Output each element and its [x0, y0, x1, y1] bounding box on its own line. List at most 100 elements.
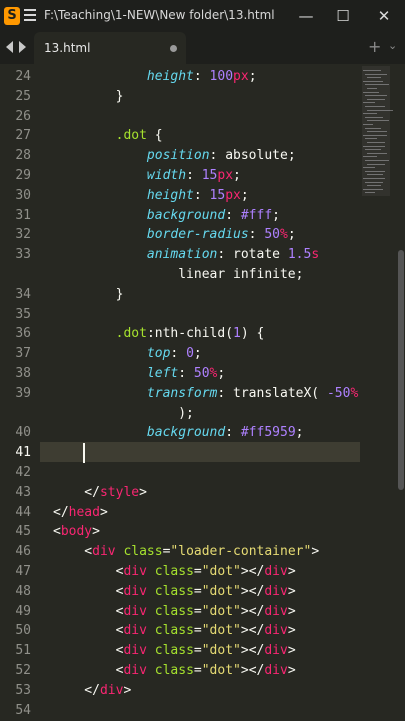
unsaved-dot-icon[interactable] [170, 45, 177, 52]
close-button[interactable]: ✕ [374, 6, 394, 26]
code-token: 50 [193, 366, 210, 381]
code-line[interactable]: transform: translateX( -50% [53, 384, 358, 404]
code-token: < [53, 524, 61, 540]
code-line[interactable]: <div class="loader-container"> [53, 542, 319, 562]
hamburger-menu-icon[interactable] [24, 9, 36, 21]
code-token: #fff [240, 207, 273, 223]
code-token: border-radius [146, 227, 249, 243]
code-token: > [287, 603, 296, 619]
code-line[interactable]: background: #ff5959; [53, 423, 304, 443]
code-line[interactable]: linear infinite; [53, 265, 303, 285]
code-line[interactable]: border-radius: 50%; [53, 225, 296, 245]
code-token: ></ [240, 663, 265, 678]
code-token: div [264, 564, 288, 579]
code-line[interactable]: top: 0; [53, 344, 202, 364]
code-token: < [53, 603, 124, 619]
code-token: div [92, 544, 116, 560]
code-line[interactable]: .dot { [53, 126, 163, 146]
code-token: ></ [240, 603, 265, 619]
code-token: % [279, 227, 288, 243]
maximize-button[interactable]: ☐ [333, 6, 353, 26]
code-token: div [264, 603, 288, 619]
code-token: 100 [209, 69, 234, 84]
code-line[interactable]: </head> [53, 503, 108, 523]
code-line[interactable]: <body> [53, 522, 100, 542]
line-number: 30 [15, 187, 31, 203]
code-line[interactable]: <div class="dot"></div> [53, 562, 296, 582]
code-line[interactable]: left: 50%; [53, 364, 225, 384]
line-number: 39 [15, 385, 31, 401]
code-token: < [53, 544, 93, 560]
code-token: > [287, 583, 296, 599]
code-token: > [311, 544, 320, 560]
code-token: div [264, 623, 288, 639]
code-token: background [146, 425, 226, 441]
minimap-viewport[interactable] [362, 66, 390, 196]
minimize-button[interactable]: — [296, 6, 316, 26]
code-token: transform [146, 385, 218, 401]
code-token: linear infinite; [53, 267, 304, 282]
code-token: div [123, 663, 147, 678]
code-editor[interactable]: 24 height: 100px; 25 } 26 27 .dot {28 posit… [0, 64, 358, 720]
code-line[interactable]: } [53, 87, 124, 107]
code-token: : [170, 346, 187, 362]
line-number: 48 [15, 583, 31, 599]
code-token: div [123, 564, 147, 579]
code-line[interactable]: height: 15px; [53, 186, 249, 206]
code-line[interactable]: position: absolute; [53, 146, 296, 166]
tab-list-chevron-icon[interactable]: ⌄ [388, 39, 397, 52]
code-token: :nth-child( [146, 326, 234, 342]
code-line[interactable]: background: #fff; [53, 206, 280, 226]
code-token: style [99, 484, 140, 500]
line-number: 36 [15, 326, 31, 342]
code-token: height [146, 187, 194, 203]
code-line[interactable]: <div class="dot"></div> [53, 582, 296, 602]
code-line[interactable]: .dot:nth-child(1) { [53, 324, 265, 344]
line-number: 29 [15, 168, 31, 183]
code-token: = [193, 564, 202, 579]
code-line[interactable]: animation: rotate 1.5s [53, 245, 319, 265]
new-tab-plus-icon[interactable]: + [368, 37, 381, 56]
tab-scroll-right-icon[interactable] [19, 41, 26, 53]
sublime-app-icon[interactable]: S [4, 7, 20, 25]
code-token: head [68, 504, 100, 520]
line-number: 38 [15, 366, 31, 381]
code-token: } [53, 286, 124, 302]
code-line[interactable]: <div class="dot"></div> [53, 661, 296, 681]
line-number: 47 [15, 564, 31, 579]
code-line[interactable]: height: 100px; [53, 67, 257, 87]
title-bar: S F:\Teaching\1-NEW\New folder\13.html •… [0, 0, 405, 32]
code-token: div [264, 583, 288, 599]
tab-scroll-left-icon[interactable] [6, 41, 13, 53]
code-line[interactable]: </div> [53, 681, 131, 701]
code-line[interactable]: ); [53, 404, 194, 424]
code-token: > [99, 504, 108, 520]
code-token: position [146, 148, 210, 164]
code-line[interactable]: <div class="dot"></div> [53, 641, 296, 661]
code-token: </ [53, 682, 100, 698]
code-token: #ff5959 [240, 425, 296, 441]
code-token: "dot" [201, 603, 241, 619]
code-token: ) { [240, 326, 265, 342]
vertical-scrollbar[interactable] [398, 250, 404, 490]
code-token: = [193, 603, 202, 619]
tab-13-html[interactable]: 13.html [34, 32, 186, 64]
code-line[interactable]: </style> [53, 483, 147, 503]
code-line[interactable]: } [53, 285, 124, 305]
code-token: < [53, 564, 124, 579]
code-token: class [154, 583, 194, 599]
code-line[interactable]: <div class="dot"></div> [53, 621, 296, 641]
code-line[interactable]: <div class="dot"></div> [53, 602, 296, 622]
code-line[interactable]: width: 15px; [53, 166, 241, 186]
text-cursor [83, 443, 85, 463]
code-token: div [123, 623, 147, 639]
code-token: "dot" [201, 663, 241, 678]
code-token: s [311, 247, 320, 263]
